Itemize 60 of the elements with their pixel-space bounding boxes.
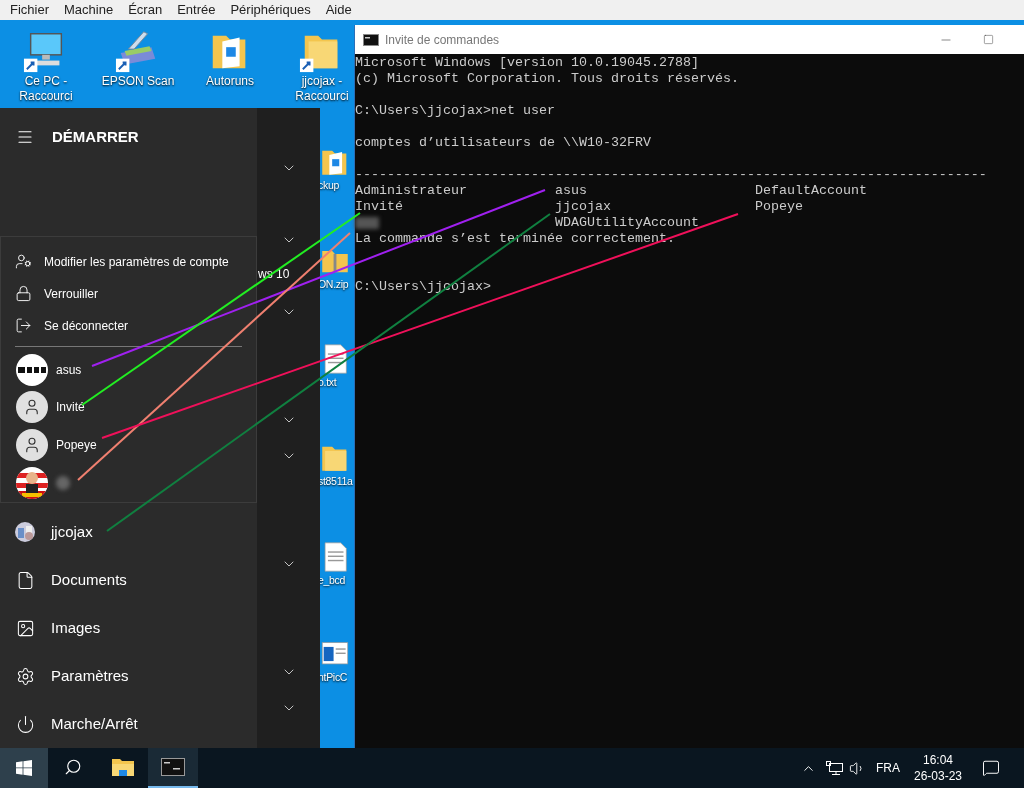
account-menu-item[interactable]: Se déconnecter: [1, 309, 256, 342]
menu-item[interactable]: Fichier: [10, 0, 49, 20]
clock-date: 26-03-23: [913, 768, 962, 784]
account-name: jjcojax: [555, 199, 611, 214]
sign-out-icon: [15, 317, 32, 335]
folder-icon: [111, 757, 135, 777]
user-name: Popeye: [56, 437, 97, 455]
start-menu-item[interactable]: Paramètres: [0, 652, 257, 700]
console-icon: [363, 33, 379, 46]
user-avatar-icon: [16, 429, 48, 462]
account-name: WDAGUtilityAccount: [555, 215, 699, 230]
menu-item[interactable]: Aide: [325, 0, 352, 20]
menu-item[interactable]: Périphériques: [230, 0, 311, 20]
console-icon: [161, 758, 185, 776]
user-account-item[interactable]: asus: [1, 350, 256, 389]
user-name: asus: [56, 361, 82, 379]
menu-item[interactable]: Entrée: [177, 0, 216, 20]
start-button[interactable]: [0, 748, 48, 788]
user-name: Invité: [56, 399, 85, 417]
taskbar-app-button[interactable]: [148, 748, 198, 788]
menu-item[interactable]: Machine: [64, 0, 114, 20]
user-avatar-icon: [16, 391, 48, 424]
settings-icon: [15, 666, 35, 686]
search-icon: [64, 758, 82, 776]
network-icon[interactable]: [825, 760, 843, 776]
menu-item[interactable]: Écran: [128, 0, 163, 20]
console-line: Microsoft Windows [version 10.0.19045.2788]: [355, 55, 699, 71]
start-menu-item[interactable]: Images: [0, 604, 257, 652]
logo-avatar-icon: [16, 353, 48, 386]
account-name: Administrateur: [355, 183, 467, 198]
user-account-item[interactable]: Popeye: [1, 426, 256, 465]
console-line: (c) Microsoft Corporation. Tous droits réservés.: [355, 71, 739, 87]
image-icon: [15, 618, 35, 638]
user-settings-icon: [15, 253, 32, 271]
desktop-icon-label[interactable]: ON.zip: [318, 278, 349, 291]
console-line: comptes d’utilisateurs de \\W10-32FRV: [355, 135, 651, 151]
blurred-name: [355, 217, 379, 229]
clock-time: 16:04: [922, 752, 953, 768]
account-name: asus: [555, 183, 587, 198]
account-name: Popeye: [755, 199, 803, 214]
start-menu-item[interactable]: Marche/Arrêt: [0, 700, 257, 748]
account-menu-item[interactable]: Modifier les paramètres de compte: [1, 246, 256, 278]
window-title: Invite de commandes: [385, 31, 500, 49]
user-account-item[interactable]: Invité: [1, 388, 256, 427]
desktop-icon-label[interactable]: ntPicC: [318, 671, 348, 684]
start-menu-item[interactable]: Documents: [0, 556, 257, 604]
lock-icon: [15, 285, 32, 303]
desktop-icon-label[interactable]: ckup: [318, 179, 339, 192]
console-line: -------------------------------------------------------------------------------: [355, 167, 987, 183]
language-indicator[interactable]: FRA: [875, 759, 900, 777]
account-name: Invité: [355, 199, 403, 214]
clock[interactable]: 16:04 26-03-23: [913, 752, 962, 784]
account-menu-item[interactable]: Verrouiller: [1, 277, 256, 310]
power-icon: [15, 714, 35, 734]
windows-icon: [16, 760, 32, 776]
notifications-icon[interactable]: [982, 759, 1000, 777]
start-menu-title: DÉMARRER: [52, 127, 139, 147]
start-menu-item[interactable]: jjcojax: [0, 508, 257, 556]
console-line: C:\Users\jjcojax>net user: [355, 103, 555, 119]
account-name: DefaultAccount: [755, 183, 867, 198]
